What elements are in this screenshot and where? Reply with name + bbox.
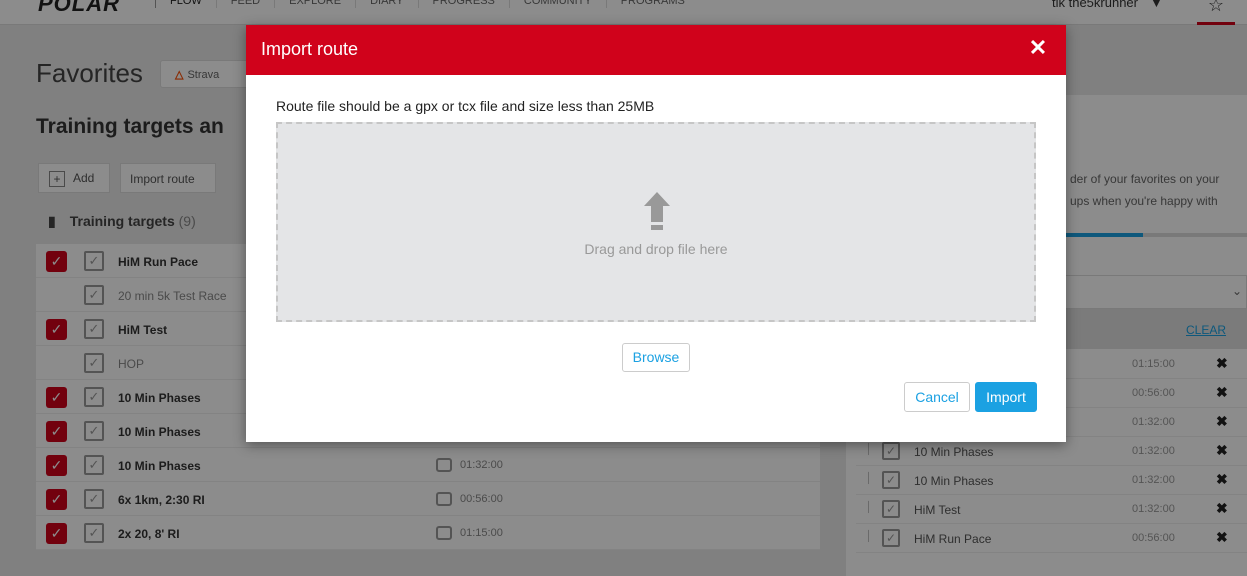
cancel-button[interactable]: Cancel [904,382,970,412]
import-route-dialog: Import route ✕ Route file should be a gp… [246,25,1066,442]
dialog-header: Import route ✕ [246,25,1066,75]
file-drop-zone[interactable]: Drag and drop file here [276,122,1036,322]
dialog-title: Import route [261,39,359,59]
close-icon[interactable]: ✕ [1026,36,1050,60]
upload-arrow-icon [644,192,670,230]
file-requirements-text: Route file should be a gpx or tcx file a… [276,98,655,114]
drop-zone-text: Drag and drop file here [584,241,728,257]
browse-button[interactable]: Browse [622,343,690,372]
import-button[interactable]: Import [975,382,1037,412]
